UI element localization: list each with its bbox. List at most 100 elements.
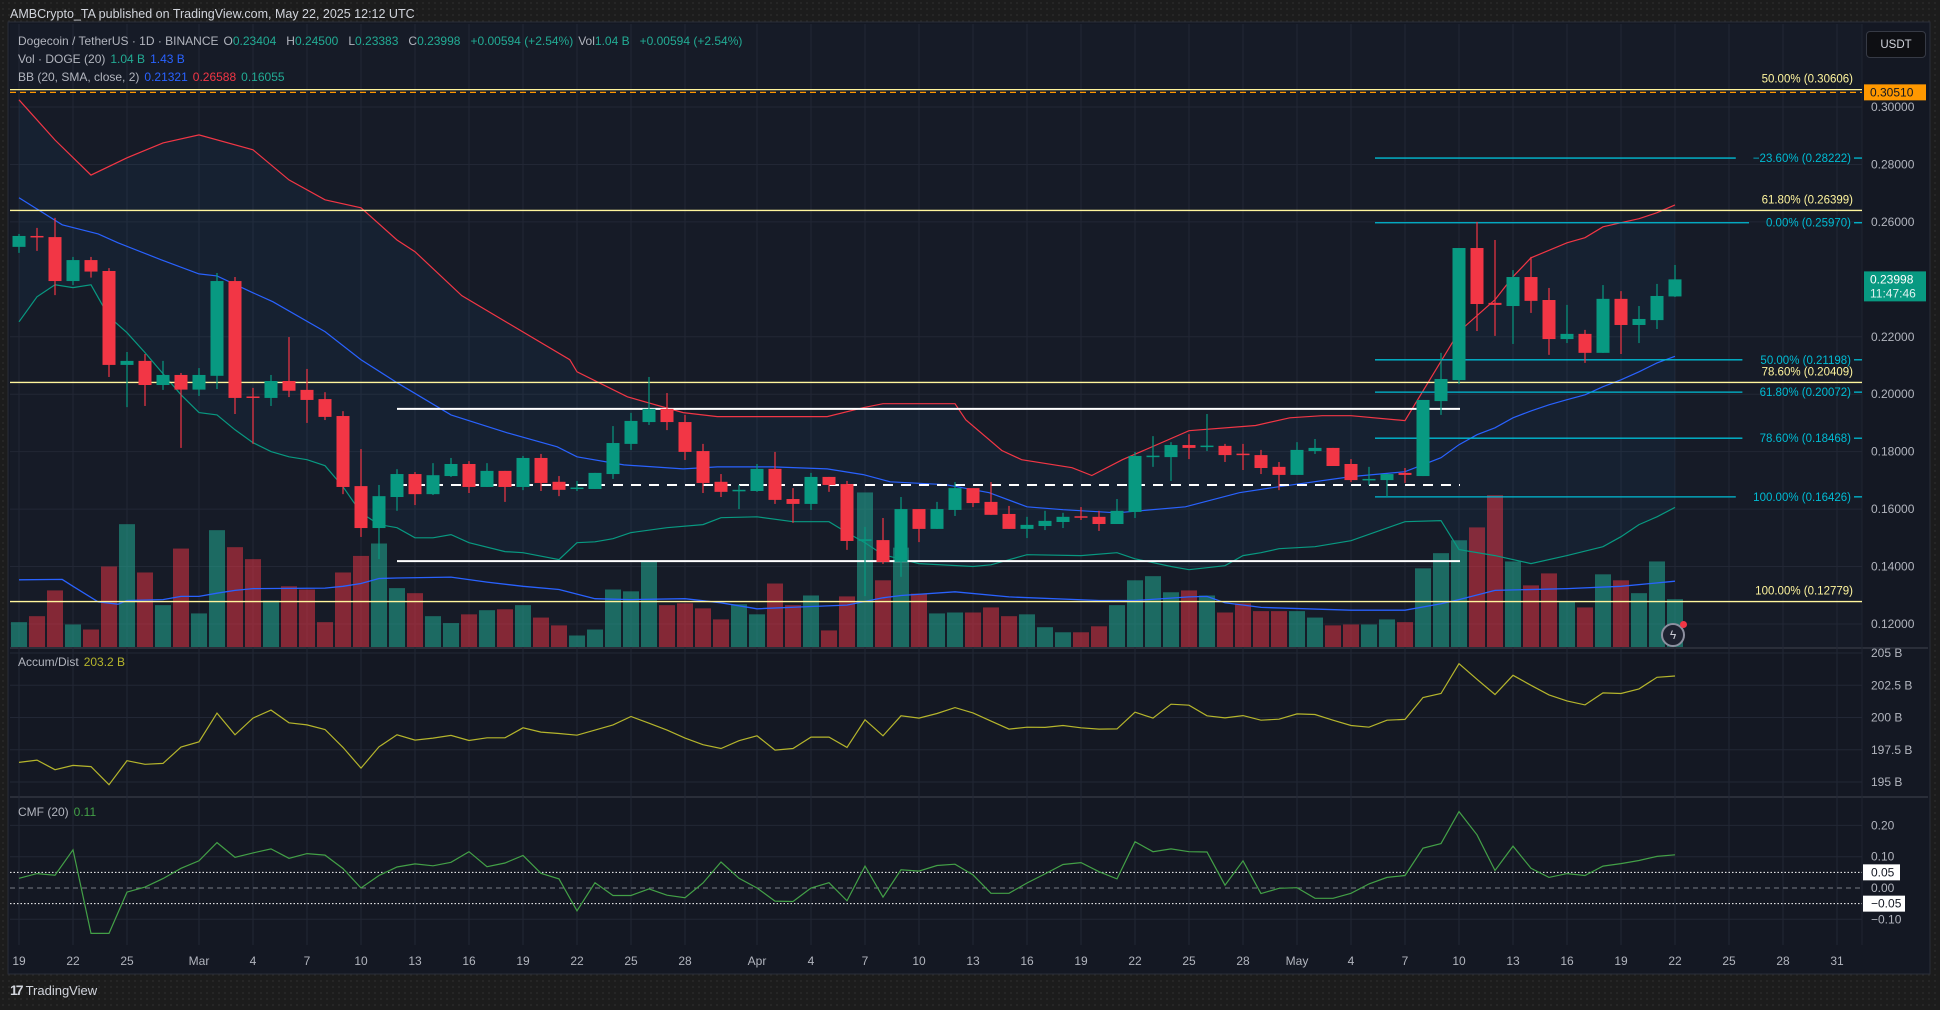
fib-level-label: 50.00% (0.30606) bbox=[1762, 74, 1854, 86]
candle-body bbox=[12, 235, 26, 247]
volume-bar bbox=[1577, 607, 1593, 647]
volume-bar bbox=[299, 589, 315, 647]
candle[interactable] bbox=[66, 256, 80, 286]
volume-indicator-legend[interactable]: Vol · DOGE (20) 1.04 B 1.43 B bbox=[18, 52, 190, 66]
candle-body bbox=[1182, 445, 1196, 448]
cmf-legend[interactable]: CMF (20) 0.11 bbox=[18, 805, 101, 819]
candle-body bbox=[372, 496, 386, 529]
currency-button[interactable]: USDT bbox=[1866, 31, 1926, 58]
candle-body bbox=[1650, 295, 1664, 321]
candle-body bbox=[588, 472, 602, 489]
candle-body bbox=[1254, 455, 1268, 469]
vol-change-value: +0.00594 (+2.54%) bbox=[639, 34, 743, 48]
candle[interactable] bbox=[228, 277, 242, 415]
volume-bar bbox=[1163, 592, 1179, 647]
candle[interactable] bbox=[210, 273, 224, 390]
volume-bar bbox=[227, 547, 243, 647]
fib-level-label: 78.60% (0.20409) bbox=[1762, 366, 1854, 378]
candle-body bbox=[1416, 399, 1430, 477]
candle-body bbox=[1056, 516, 1070, 523]
volume-bar bbox=[785, 605, 801, 647]
candle-body bbox=[1560, 333, 1574, 340]
candle[interactable] bbox=[840, 480, 854, 550]
volume-bar bbox=[335, 572, 351, 647]
price-axis-tick: 0.14000 bbox=[1871, 560, 1915, 574]
candle[interactable] bbox=[588, 472, 602, 489]
volume-bar bbox=[443, 623, 459, 647]
bb-indicator-legend[interactable]: BB (20, SMA, close, 2) 0.21321 0.26588 0.16… bbox=[18, 70, 290, 84]
symbol-legend: Dogecoin / TetherUS · 1D · BINANCE O0.234… bbox=[18, 34, 747, 48]
price-axis-tick: 0.28000 bbox=[1871, 157, 1915, 171]
candle[interactable] bbox=[1416, 399, 1430, 477]
candle-body bbox=[1164, 445, 1178, 458]
candle-body bbox=[534, 457, 548, 483]
volume-bar bbox=[1253, 611, 1269, 647]
accum-dist-label: Accum/Dist bbox=[18, 655, 79, 669]
cmf-band-label: −0.05 bbox=[1871, 897, 1902, 911]
time-axis-tick: 10 bbox=[1452, 954, 1466, 968]
candle-body bbox=[1308, 447, 1322, 452]
volume-bar bbox=[1235, 603, 1251, 647]
time-axis-tick: 22 bbox=[66, 954, 80, 968]
candle-body bbox=[66, 260, 80, 282]
candle[interactable] bbox=[336, 411, 350, 495]
volume-bar bbox=[101, 566, 117, 647]
candle-body bbox=[282, 380, 296, 391]
time-axis-tick: 4 bbox=[250, 954, 257, 968]
price-axis-tick: 0.20000 bbox=[1871, 387, 1915, 401]
accum-dist-legend[interactable]: Accum/Dist 203.2 B bbox=[18, 655, 130, 669]
candle-body bbox=[174, 374, 188, 390]
time-axis-tick: 16 bbox=[1560, 954, 1574, 968]
chart-canvas[interactable]: 50.00% (0.30606) 61.80% (0.26399) 78.60% (… bbox=[0, 0, 1940, 1010]
bb-indicator-label: BB (20, SMA, close, 2) bbox=[18, 70, 140, 84]
volume-bar bbox=[1181, 590, 1197, 647]
volume-bar bbox=[1361, 624, 1377, 647]
volume-bar bbox=[245, 559, 261, 647]
volume-bar bbox=[83, 629, 99, 647]
time-axis-tick: May bbox=[1286, 954, 1309, 968]
candle[interactable] bbox=[102, 268, 116, 377]
candle[interactable] bbox=[1326, 447, 1340, 466]
volume-bar bbox=[821, 630, 837, 647]
open-label: O bbox=[223, 34, 233, 48]
candle-body bbox=[1038, 520, 1052, 527]
time-axis-tick: 28 bbox=[1776, 954, 1790, 968]
candle[interactable] bbox=[1452, 248, 1466, 385]
volume-bar bbox=[965, 612, 981, 647]
volume-bar bbox=[569, 635, 585, 647]
symbol-title[interactable]: Dogecoin / TetherUS · 1D · BINANCE bbox=[18, 34, 219, 48]
volume-bar bbox=[425, 616, 441, 647]
cmf-axis-tick: 0.20 bbox=[1871, 818, 1895, 832]
candle-body bbox=[102, 270, 116, 365]
candle-body bbox=[138, 360, 152, 386]
ad-axis-tick: 205 B bbox=[1871, 646, 1902, 660]
candle[interactable] bbox=[516, 455, 530, 491]
time-axis-tick: 7 bbox=[304, 954, 311, 968]
time-axis-tick: 22 bbox=[570, 954, 584, 968]
time-axis-tick: 28 bbox=[1236, 954, 1250, 968]
lightning-alert-button[interactable]: ϟ bbox=[1661, 621, 1687, 647]
candle-body bbox=[1128, 455, 1142, 512]
candle-body bbox=[336, 416, 350, 487]
volume-bar bbox=[929, 613, 945, 647]
candle[interactable] bbox=[1128, 451, 1142, 518]
open-value: 0.23404 bbox=[232, 34, 277, 48]
candle-body bbox=[1092, 516, 1106, 525]
candle-body bbox=[1380, 474, 1394, 481]
candle-body bbox=[768, 468, 782, 500]
volume-bar bbox=[641, 561, 657, 647]
volume-bar bbox=[515, 605, 531, 647]
vol-label: Vol bbox=[578, 34, 595, 48]
time-axis-tick: 19 bbox=[516, 954, 530, 968]
volume-bar bbox=[947, 612, 963, 647]
alert-price-label: 0.30510 bbox=[1870, 85, 1914, 99]
volume-bar bbox=[155, 605, 171, 647]
candle-body bbox=[1632, 318, 1646, 325]
candle-body bbox=[228, 281, 242, 398]
time-axis-tick: Apr bbox=[748, 954, 767, 968]
footer-brand[interactable]: 17 TradingView bbox=[10, 982, 97, 998]
candle-body bbox=[1506, 277, 1520, 307]
candle-body bbox=[642, 408, 656, 423]
candle-body bbox=[750, 468, 764, 491]
candle-body bbox=[1362, 478, 1376, 481]
